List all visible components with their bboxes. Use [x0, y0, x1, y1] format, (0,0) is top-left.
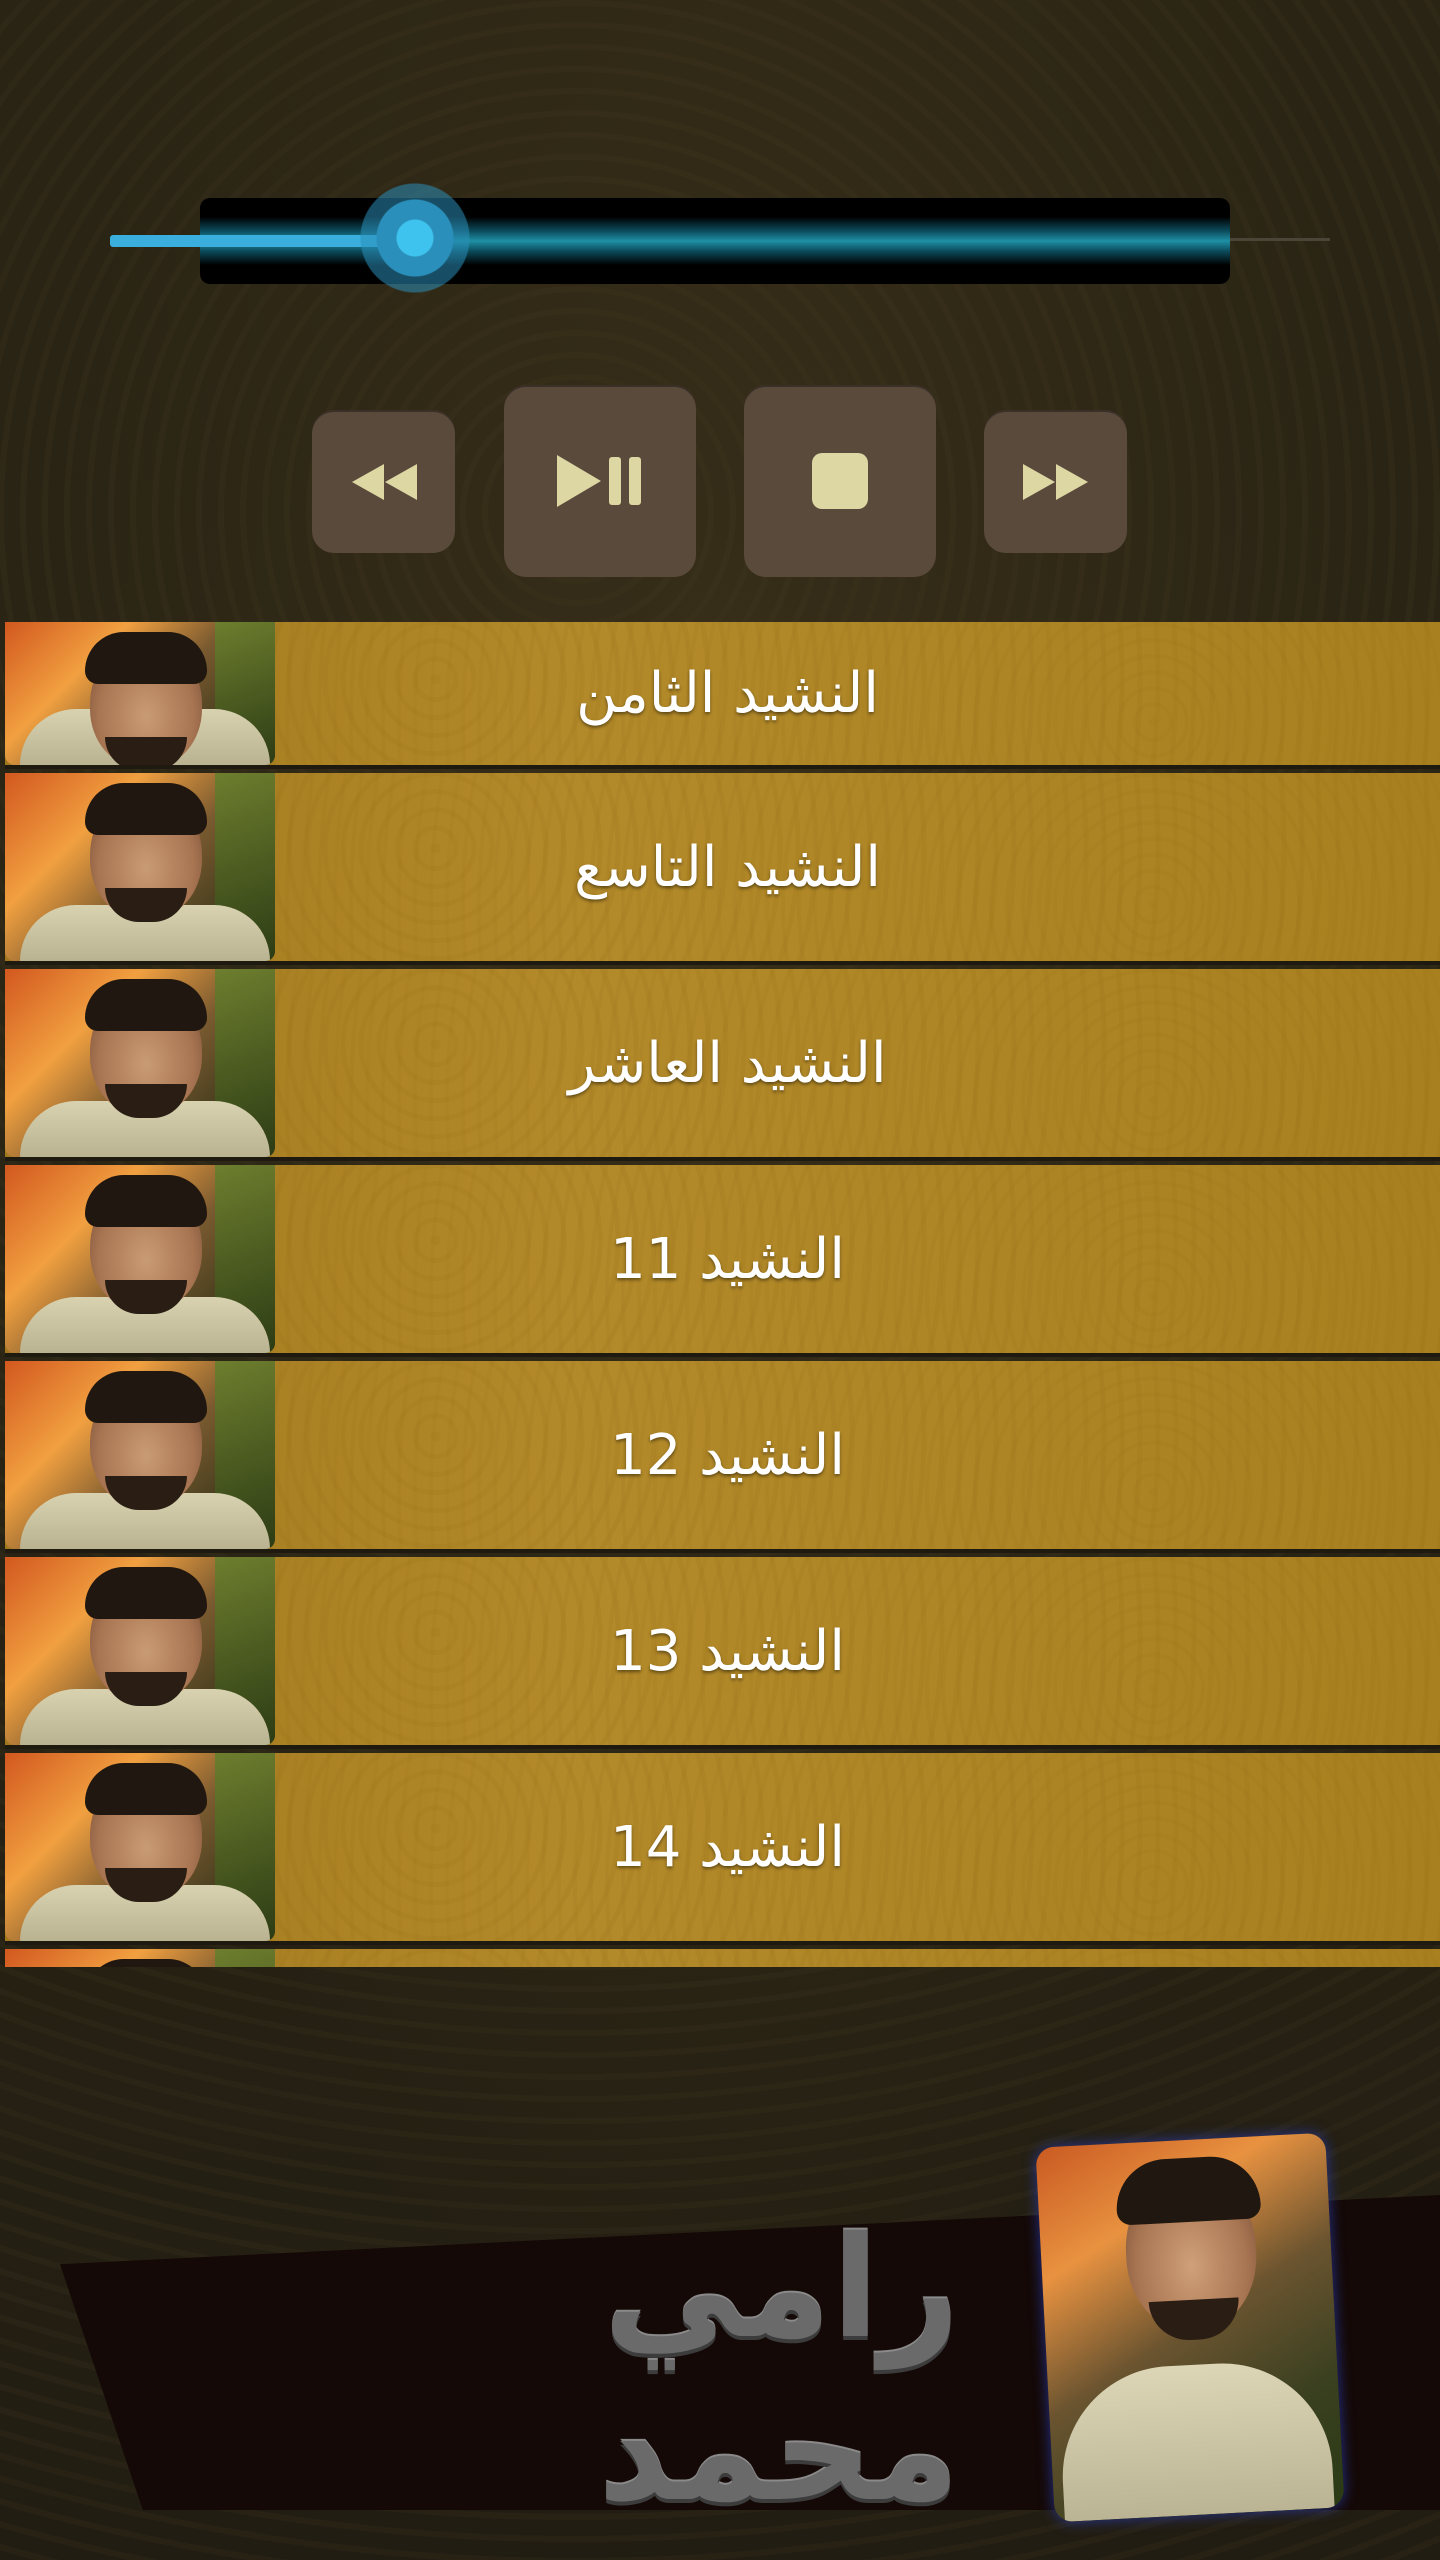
track-title: النشيد العاشر	[568, 1030, 887, 1096]
list-item[interactable]: النشيد العاشر	[5, 969, 1440, 1161]
fast-forward-button[interactable]	[984, 410, 1127, 553]
list-item[interactable]: النشيد التاسع	[5, 773, 1440, 965]
artist-name: رامي محمد	[597, 2207, 960, 2533]
track-thumbnail	[5, 622, 275, 765]
play-pause-icon	[557, 455, 641, 507]
seek-bar[interactable]	[110, 180, 1330, 300]
rewind-icon	[351, 463, 417, 500]
track-thumbnail	[5, 969, 275, 1157]
track-title: النشيد الثامن	[576, 661, 879, 726]
artist-photo	[1035, 2132, 1345, 2523]
list-item[interactable]: النشيد 12	[5, 1361, 1440, 1553]
track-title: النشيد 13	[610, 1618, 845, 1684]
track-title: النشيد 14	[610, 1814, 845, 1880]
track-thumbnail	[5, 1361, 275, 1549]
track-thumbnail	[5, 1557, 275, 1745]
list-item[interactable]: النشيد 13	[5, 1557, 1440, 1749]
track-thumbnail	[5, 1949, 275, 1967]
rewind-button[interactable]	[312, 410, 455, 553]
track-title: النشيد التاسع	[574, 834, 881, 900]
track-title: النشيد 11	[610, 1226, 845, 1292]
track-title	[275, 1949, 1180, 1967]
track-thumbnail	[5, 773, 275, 961]
track-thumbnail	[5, 1165, 275, 1353]
list-item[interactable]: النشيد الثامن	[5, 622, 1440, 769]
stop-icon	[812, 453, 868, 509]
play-pause-button[interactable]	[504, 385, 696, 577]
seek-thumb[interactable]	[359, 182, 471, 294]
transport-controls	[0, 380, 1440, 580]
list-item[interactable]: النشيد 11	[5, 1165, 1440, 1357]
stop-button[interactable]	[744, 385, 936, 577]
track-thumbnail	[5, 1753, 275, 1941]
track-list[interactable]: النشيد الثامن النشيد التاسع النشيد العاش…	[5, 622, 1440, 1967]
list-item[interactable]: النشيد 14	[5, 1753, 1440, 1945]
track-title: النشيد 12	[610, 1422, 845, 1488]
list-item[interactable]	[5, 1949, 1440, 1967]
fast-forward-icon	[1022, 463, 1088, 500]
